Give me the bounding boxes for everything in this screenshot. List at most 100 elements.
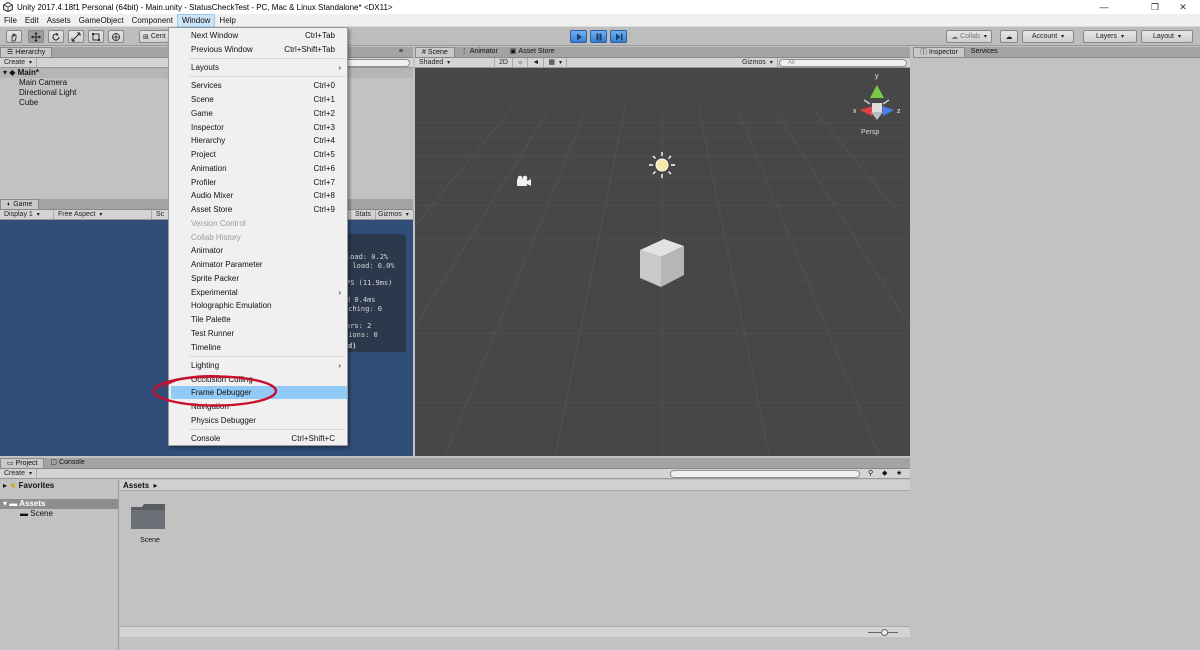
tab-scene[interactable]: # Scene: [415, 47, 455, 57]
menu-item-shortcut: Ctrl+6: [313, 164, 335, 173]
scene-search-input[interactable]: All: [779, 59, 907, 67]
tab-game[interactable]: ◐ Game: [0, 199, 40, 209]
assets-row[interactable]: ▾ ▬ Assets: [0, 499, 118, 509]
rotate-tool-button[interactable]: [48, 30, 64, 43]
collab-dropdown[interactable]: ☁ Collab: [946, 30, 992, 43]
panel-menu-icon[interactable]: ≡: [399, 48, 403, 55]
menu-assets[interactable]: Assets: [43, 14, 75, 27]
filter-by-label-icon[interactable]: ◆: [882, 469, 887, 477]
hand-tool-button[interactable]: [6, 30, 22, 43]
menu-item-asset-store[interactable]: Asset Store Ctrl+9: [171, 203, 347, 216]
menu-item-animation[interactable]: Animation Ctrl+6: [171, 162, 347, 175]
cloud-button[interactable]: ☁: [1000, 30, 1018, 43]
aspect-dropdown[interactable]: Free Aspect: [54, 210, 152, 219]
menu-item-hierarchy[interactable]: Hierarchy Ctrl+4: [171, 134, 347, 147]
menu-item-test-runner[interactable]: Test Runner: [171, 327, 347, 340]
menu-item-next-window[interactable]: Next Window Ctrl+Tab: [171, 29, 347, 42]
stats-toggle[interactable]: Stats: [350, 210, 376, 219]
scene-gizmos-dropdown[interactable]: Gizmos: [738, 58, 778, 67]
icon-size-slider-thumb[interactable]: [881, 629, 888, 636]
folder-small-icon: ▭: [7, 459, 14, 467]
menu-item-timeline[interactable]: Timeline: [171, 341, 347, 354]
layout-dropdown[interactable]: Layout: [1141, 30, 1193, 43]
scale-tool-button[interactable]: [68, 30, 84, 43]
menu-edit[interactable]: Edit: [21, 14, 43, 27]
favorites-row[interactable]: ▸ ★ Favorites: [0, 480, 118, 491]
scene-viewport[interactable]: y x z Persp: [415, 68, 910, 456]
menu-item-sprite-packer[interactable]: Sprite Packer: [171, 272, 347, 285]
account-label: Account: [1031, 33, 1058, 40]
step-button[interactable]: [610, 30, 627, 43]
expand-arrow-icon[interactable]: ▾: [3, 499, 7, 508]
menu-item-audio-mixer[interactable]: Audio Mixer Ctrl+8: [171, 189, 347, 202]
scale-slider-label[interactable]: Sc: [152, 210, 170, 219]
menu-item-shortcut: Ctrl+1: [313, 95, 335, 104]
display-dropdown[interactable]: Display 1: [0, 210, 54, 219]
game-controller-icon: ◐: [7, 200, 12, 208]
menu-item-shortcut: Ctrl+3: [313, 123, 335, 132]
breadcrumb-assets[interactable]: Assets: [123, 481, 149, 490]
menu-item-physics-debugger[interactable]: Physics Debugger: [171, 414, 347, 427]
menu-item-profiler[interactable]: Profiler Ctrl+7: [171, 176, 347, 189]
tab-animator[interactable]: ⋮ Animator: [455, 47, 504, 57]
project-tree: ▸ ★ Favorites ▾ ▬ Assets ▬ Scene: [0, 480, 119, 650]
menu-item-holographic-emulation[interactable]: Holographic Emulation: [171, 299, 347, 312]
play-button[interactable]: [570, 30, 587, 43]
menu-item-inspector[interactable]: Inspector Ctrl+3: [171, 121, 347, 134]
project-search-input[interactable]: [670, 470, 860, 478]
layers-dropdown[interactable]: Layers: [1083, 30, 1137, 43]
expand-arrow-icon[interactable]: ▸: [3, 481, 7, 490]
menu-item-console[interactable]: Console Ctrl+Shift+C: [171, 432, 347, 445]
submenu-arrow-icon: ›: [338, 63, 341, 72]
menu-help[interactable]: Help: [215, 14, 239, 27]
move-tool-button[interactable]: [28, 30, 44, 43]
tab-services[interactable]: Services: [965, 47, 1004, 57]
menu-item-shortcut: Ctrl+4: [313, 136, 335, 145]
menu-item-previous-window[interactable]: Previous Window Ctrl+Shift+Tab: [171, 43, 347, 56]
menu-item-animator-parameter[interactable]: Animator Parameter: [171, 258, 347, 271]
folder-item[interactable]: Scene: [130, 503, 170, 553]
submenu-arrow-icon: ›: [338, 361, 341, 370]
tab-project[interactable]: ▭ Project: [0, 458, 45, 468]
rect-icon: [92, 32, 100, 41]
menu-item-experimental[interactable]: Experimental ›: [171, 286, 347, 299]
tab-hierarchy[interactable]: ☰ Hierarchy: [0, 47, 53, 57]
audio-toggle[interactable]: ◄: [528, 58, 545, 67]
expand-arrow-icon[interactable]: ▾: [3, 68, 7, 77]
create-dropdown[interactable]: Create: [0, 58, 38, 67]
minimize-button[interactable]: —: [1087, 0, 1121, 14]
menu-window[interactable]: Window: [176, 13, 216, 27]
transform-tool-button[interactable]: [108, 30, 124, 43]
transform-icon: [112, 32, 120, 41]
tab-inspector[interactable]: ⓘ Inspector: [913, 47, 965, 57]
pause-button[interactable]: [590, 30, 607, 43]
tab-console[interactable]: ▢ Console: [44, 458, 90, 468]
menu-item-layouts[interactable]: Layouts ›: [171, 61, 347, 74]
list-icon: ☰: [7, 48, 14, 56]
pivot-center-toggle[interactable]: ⊞ Cent: [139, 30, 169, 43]
menu-file[interactable]: File: [0, 14, 21, 27]
shading-dropdown[interactable]: Shaded: [415, 58, 495, 67]
project-create-dropdown[interactable]: Create: [0, 469, 38, 478]
menu-item-project[interactable]: Project Ctrl+5: [171, 148, 347, 161]
favorite-star-icon[interactable]: ★: [896, 469, 902, 477]
rect-tool-button[interactable]: [88, 30, 104, 43]
game-gizmos-dropdown[interactable]: Gizmos: [374, 210, 414, 219]
menu-component[interactable]: Component: [128, 14, 177, 27]
tree-item[interactable]: ▬ Scene: [0, 509, 118, 519]
menu-item-animator[interactable]: Animator: [171, 244, 347, 257]
menu-item-tile-palette[interactable]: Tile Palette: [171, 313, 347, 326]
effects-dropdown[interactable]: ▦: [544, 58, 567, 67]
menu-gameobject[interactable]: GameObject: [75, 14, 128, 27]
tab-asset-store[interactable]: ▣ Asset Store: [504, 47, 561, 57]
menu-item-services[interactable]: Services Ctrl+0: [171, 79, 347, 92]
menu-item-game[interactable]: Game Ctrl+2: [171, 107, 347, 120]
menu-item-lighting[interactable]: Lighting ›: [171, 359, 347, 372]
console-icon: ▢: [50, 459, 58, 466]
2d-toggle[interactable]: 2D: [495, 58, 513, 67]
close-button[interactable]: ✕: [1166, 0, 1200, 14]
filter-by-type-icon[interactable]: ⚲: [868, 469, 873, 477]
account-dropdown[interactable]: Account: [1022, 30, 1074, 43]
menu-item-scene[interactable]: Scene Ctrl+1: [171, 93, 347, 106]
lighting-toggle[interactable]: ☼: [513, 58, 529, 67]
